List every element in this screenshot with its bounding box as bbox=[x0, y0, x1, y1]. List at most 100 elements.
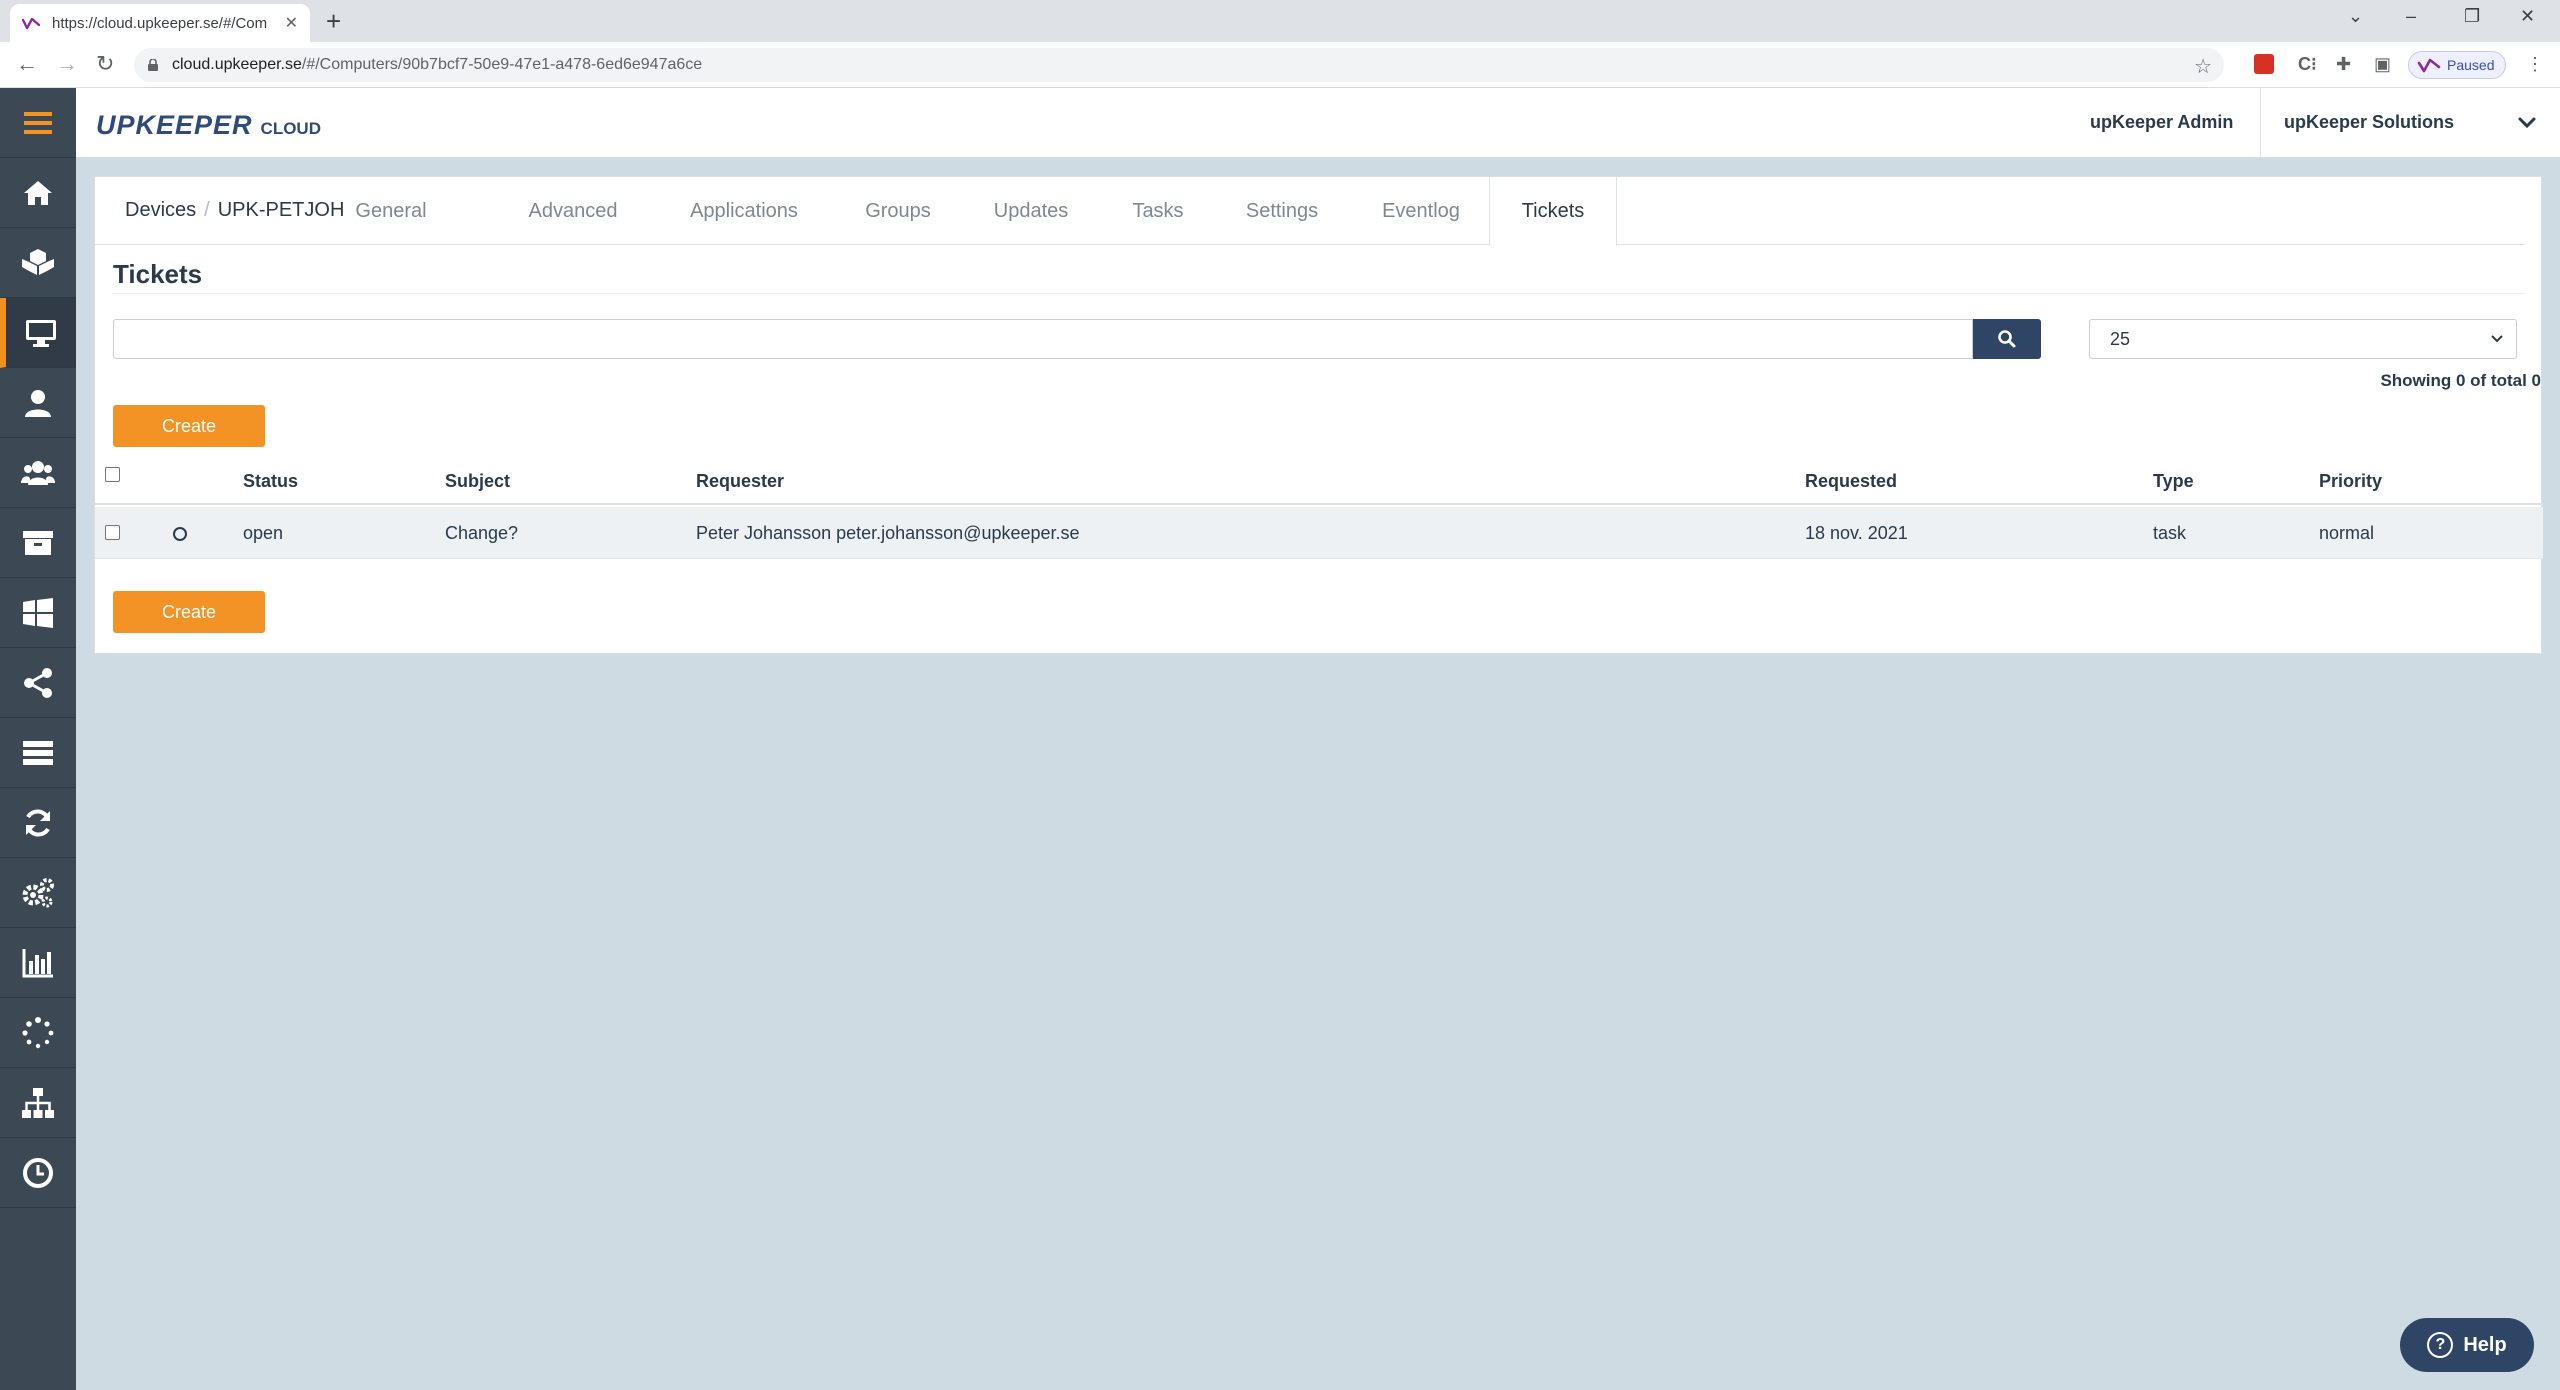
server-icon bbox=[23, 740, 53, 765]
extension-c-icon[interactable]: C⁝ bbox=[2298, 54, 2317, 75]
reload-icon[interactable]: ↻ bbox=[96, 52, 114, 76]
search-button[interactable] bbox=[1973, 319, 2041, 359]
chevron-down-icon bbox=[2491, 335, 2503, 343]
user-icon bbox=[25, 389, 51, 417]
sidebar-item-servers[interactable] bbox=[0, 718, 76, 788]
upkeeper-favicon-icon bbox=[22, 17, 40, 30]
sidebar-item-settings[interactable] bbox=[0, 858, 76, 928]
sidebar-item-home[interactable] bbox=[0, 158, 76, 228]
packages-icon bbox=[22, 248, 54, 275]
archive-icon bbox=[23, 530, 53, 555]
column-priority[interactable]: Priority bbox=[2319, 471, 2382, 492]
bar-chart-icon bbox=[22, 948, 53, 977]
browser-tab-strip: https://cloud.upkeeper.se/#/Com ✕ + ⌄ – … bbox=[0, 0, 2560, 42]
create-ticket-button-top[interactable]: Create bbox=[113, 405, 265, 447]
sidebar-item-windows[interactable] bbox=[0, 578, 76, 648]
minimize-icon[interactable]: – bbox=[2406, 6, 2416, 27]
browser-tab-title: https://cloud.upkeeper.se/#/Com bbox=[52, 14, 268, 32]
sidebar-item-sync[interactable] bbox=[0, 788, 76, 858]
sidebar-item-status[interactable] bbox=[0, 998, 76, 1068]
browser-menu-icon[interactable]: ⋮ bbox=[2526, 54, 2544, 75]
new-tab-icon[interactable]: + bbox=[326, 8, 341, 34]
column-requested[interactable]: Requested bbox=[1805, 471, 1897, 492]
sidebar-item-share[interactable] bbox=[0, 648, 76, 718]
select-all-checkbox[interactable] bbox=[105, 467, 120, 482]
close-tab-icon[interactable]: ✕ bbox=[285, 13, 298, 33]
tab-settings[interactable]: Settings bbox=[1235, 177, 1329, 245]
spinner-icon bbox=[22, 1016, 54, 1048]
column-type[interactable]: Type bbox=[2153, 471, 2194, 492]
extension-red-icon[interactable] bbox=[2254, 54, 2274, 74]
current-user[interactable]: upKeeper Admin bbox=[2090, 112, 2233, 133]
sitemap-icon bbox=[22, 1087, 54, 1118]
browser-tab[interactable]: https://cloud.upkeeper.se/#/Com ✕ bbox=[10, 4, 310, 42]
search-icon bbox=[1998, 330, 2016, 348]
address-bar[interactable]: cloud.upkeeper.se/#/Computers/90b7bcf7-5… bbox=[134, 48, 2224, 82]
share-icon bbox=[24, 667, 52, 698]
sidebar-item-user[interactable] bbox=[0, 368, 76, 438]
clock-icon bbox=[23, 1157, 53, 1188]
users-group-icon bbox=[21, 460, 55, 485]
logo-main: UPKEEPER bbox=[96, 110, 253, 140]
home-icon bbox=[24, 180, 52, 205]
breadcrumb-devices[interactable]: Devices bbox=[125, 199, 196, 221]
cell-status: open bbox=[243, 523, 284, 543]
column-subject[interactable]: Subject bbox=[445, 471, 510, 492]
column-requester[interactable]: Requester bbox=[696, 471, 784, 492]
tab-applications[interactable]: Applications bbox=[679, 177, 809, 245]
result-count: Showing 0 of total 0 bbox=[2380, 371, 2541, 390]
sidebar-item-computers[interactable] bbox=[0, 298, 76, 368]
title-divider bbox=[113, 293, 2525, 294]
restore-icon[interactable]: ❐ bbox=[2464, 6, 2480, 27]
create-ticket-button-bottom[interactable]: Create bbox=[113, 591, 265, 633]
breadcrumb-device-name: UPK-PETJOH bbox=[217, 199, 345, 221]
tab-tickets[interactable]: Tickets bbox=[1489, 177, 1617, 246]
cell-subject[interactable]: Change? bbox=[445, 523, 518, 544]
bookmark-star-icon[interactable]: ☆ bbox=[2194, 54, 2212, 79]
back-icon[interactable]: ← bbox=[16, 52, 38, 76]
row-checkbox[interactable] bbox=[105, 525, 120, 540]
upkeeper-logo[interactable]: UPKEEPER CLOUD bbox=[96, 110, 321, 141]
tab-groups[interactable]: Groups bbox=[853, 177, 943, 245]
search-input[interactable] bbox=[113, 319, 1973, 359]
page-size-select[interactable]: 25 bbox=[2089, 319, 2517, 359]
chevron-down-icon[interactable] bbox=[2512, 108, 2542, 138]
menu-icon bbox=[24, 111, 52, 134]
sidebar-item-packages[interactable] bbox=[0, 228, 76, 298]
tab-updates[interactable]: Updates bbox=[981, 177, 1081, 245]
help-button[interactable]: ? Help bbox=[2400, 1318, 2534, 1372]
side-panel-icon[interactable]: ▣ bbox=[2374, 54, 2391, 75]
device-panel: Devices / UPK-PETJOH General Advanced Appl… bbox=[94, 176, 2543, 654]
windows-icon bbox=[23, 597, 53, 628]
url-host: cloud.upkeeper.se bbox=[172, 56, 302, 73]
gears-icon bbox=[22, 877, 54, 907]
sidebar-menu-toggle[interactable] bbox=[0, 88, 76, 158]
sidebar-item-users[interactable] bbox=[0, 438, 76, 508]
breadcrumb: Devices / UPK-PETJOH bbox=[125, 199, 344, 222]
tab-advanced[interactable]: Advanced bbox=[521, 177, 625, 245]
help-label: Help bbox=[2463, 1333, 2507, 1356]
sidebar-item-archive[interactable] bbox=[0, 508, 76, 578]
cell-priority: normal bbox=[2319, 523, 2375, 543]
lock-icon bbox=[148, 59, 158, 71]
extensions-puzzle-icon[interactable]: ✚ bbox=[2336, 54, 2351, 75]
status-circle-icon bbox=[173, 527, 187, 541]
tab-search-icon[interactable]: ⌄ bbox=[2348, 6, 2363, 27]
sidebar-item-history[interactable] bbox=[0, 1138, 76, 1208]
organization-selector[interactable]: upKeeper Solutions bbox=[2284, 112, 2454, 133]
page-size-value: 25 bbox=[2110, 328, 2131, 349]
url-path: /#/Computers/90b7bcf7-50e9-47e1-a478-6ed… bbox=[301, 56, 703, 73]
table-row[interactable]: open Change? Peter Johansson peter.johan… bbox=[95, 507, 2543, 559]
window-close-icon[interactable]: ✕ bbox=[2520, 6, 2535, 27]
logo-sub: CLOUD bbox=[260, 119, 321, 138]
app-sidebar bbox=[0, 88, 76, 1390]
app-header: UPKEEPER CLOUD upKeeper Admin upKeeper S… bbox=[76, 88, 2560, 158]
sidebar-item-structure[interactable] bbox=[0, 1068, 76, 1138]
column-status[interactable]: Status bbox=[243, 471, 298, 492]
forward-icon[interactable]: → bbox=[56, 52, 78, 76]
sidebar-item-reports[interactable] bbox=[0, 928, 76, 998]
tab-general[interactable]: General bbox=[341, 177, 441, 245]
profile-paused-button[interactable]: Paused bbox=[2408, 51, 2506, 79]
tab-tasks[interactable]: Tasks bbox=[1123, 177, 1193, 245]
tab-eventlog[interactable]: Eventlog bbox=[1371, 177, 1471, 245]
